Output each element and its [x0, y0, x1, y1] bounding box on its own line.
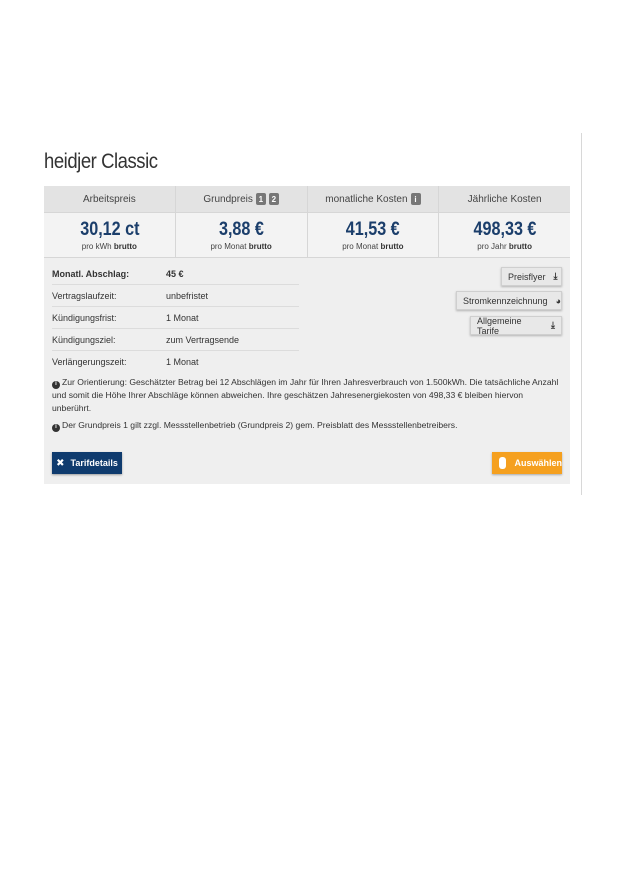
- info-icon: i: [52, 380, 60, 389]
- header-arbeitspreis: Arbeitspreis: [44, 186, 176, 212]
- pie-chart-icon: ◕: [555, 295, 561, 306]
- detail-row-laufzeit: Vertragslaufzeit: unbefristet: [52, 285, 299, 307]
- price-value: 498,33 €: [473, 218, 537, 240]
- details-section: Monatl. Abschlag: 45 € Vertragslaufzeit:…: [44, 258, 570, 368]
- price-unit: pro kWh: [81, 241, 112, 251]
- price-suffix: brutto: [508, 241, 532, 251]
- price-suffix: brutto: [380, 241, 404, 251]
- detail-row-verlaengerung: Verlängerungszeit: 1 Monat: [52, 351, 299, 372]
- price-cell-monatliche-kosten: 41,53 € pro Monat brutto: [308, 213, 440, 257]
- base-price-note-text: Der Grundpreis 1 gilt zzgl. Messstellenb…: [62, 420, 458, 430]
- price-suffix: brutto: [248, 241, 272, 251]
- auswaehlen-button[interactable]: Auswählen: [492, 452, 562, 474]
- detail-label: Kündigungsziel:: [52, 334, 116, 345]
- header-label: Jährliche Kosten: [467, 193, 542, 205]
- header-grundpreis: Grundpreis 1 2: [176, 186, 308, 212]
- base-price-note: i Der Grundpreis 1 gilt zzgl. Messstellen…: [52, 419, 564, 432]
- price-unit: pro Monat: [342, 241, 379, 251]
- header-label: Grundpreis: [203, 193, 253, 205]
- detail-label: Kündigungsfrist:: [52, 312, 117, 323]
- price-cell-arbeitspreis: 30,12 ct pro kWh brutto: [44, 213, 176, 257]
- price-value: 30,12 ct: [79, 218, 140, 240]
- tarifdetails-button[interactable]: ✖ Tarifdetails: [52, 452, 122, 474]
- price-suffix: brutto: [113, 241, 137, 251]
- info-badge-1[interactable]: 1: [255, 193, 266, 205]
- download-icon: ⤓: [551, 320, 555, 330]
- button-label: Allgemeine Tarife: [477, 315, 522, 336]
- orientation-note-text: Zur Orientierung: Geschätzter Betrag bei…: [52, 377, 559, 413]
- header-jaehrliche-kosten: Jährliche Kosten: [439, 186, 570, 212]
- divider-line: [581, 133, 582, 495]
- allgemeine-tarife-button[interactable]: Allgemeine Tarife ⤓: [470, 315, 562, 336]
- button-label: Preisflyer: [508, 271, 546, 282]
- price-unit: pro Jahr: [477, 241, 507, 251]
- price-header-row: Arbeitspreis Grundpreis 1 2 monatliche K…: [44, 186, 570, 213]
- detail-row-kuendigungsfrist: Kündigungsfrist: 1 Monat: [52, 307, 299, 329]
- price-cell-jaehrliche-kosten: 498,33 € pro Jahr brutto: [439, 213, 570, 257]
- detail-row-abschlag: Monatl. Abschlag: 45 €: [52, 263, 299, 285]
- download-icon: ⤓: [553, 271, 558, 281]
- detail-label: Vertragslaufzeit:: [52, 290, 117, 301]
- price-unit: pro Monat: [210, 241, 247, 251]
- price-value: 41,53 €: [345, 218, 400, 240]
- price-value: 3,88 €: [218, 218, 264, 240]
- detail-value: zum Vertragsende: [166, 334, 240, 345]
- price-values-row: 30,12 ct pro kWh brutto 3,88 € pro Monat…: [44, 213, 570, 258]
- detail-row-kuendigungsziel: Kündigungsziel: zum Vertragsende: [52, 329, 299, 351]
- checkbox-icon[interactable]: [499, 457, 507, 469]
- header-label: Arbeitspreis: [82, 193, 136, 205]
- orientation-note: i Zur Orientierung: Geschätzter Betrag be…: [52, 376, 564, 415]
- info-icon[interactable]: i: [410, 193, 421, 205]
- tariff-title: heidjer Classic: [44, 150, 158, 173]
- stromkennzeichnung-button[interactable]: Stromkennzeichnung ◕: [456, 291, 562, 310]
- preisflyer-button[interactable]: Preisflyer ⤓: [501, 267, 562, 286]
- info-badge-2[interactable]: 2: [268, 193, 279, 205]
- header-label: monatliche Kosten: [325, 193, 408, 205]
- button-label: Stromkennzeichnung: [463, 295, 548, 306]
- price-cell-grundpreis: 3,88 € pro Monat brutto: [176, 213, 308, 257]
- detail-value: 45 €: [166, 268, 184, 279]
- close-icon: ✖: [56, 457, 65, 469]
- detail-value: 1 Monat: [166, 356, 199, 367]
- tariff-card: Arbeitspreis Grundpreis 1 2 monatliche K…: [44, 186, 570, 484]
- info-icon: i: [52, 423, 60, 432]
- button-label: Auswählen: [514, 458, 562, 468]
- detail-value: 1 Monat: [166, 312, 199, 323]
- header-monatliche-kosten: monatliche Kosten i: [308, 186, 440, 212]
- button-label: Tarifdetails: [70, 458, 118, 468]
- detail-value: unbefristet: [166, 290, 209, 301]
- detail-label: Monatl. Abschlag:: [52, 268, 130, 279]
- detail-label: Verlängerungszeit:: [52, 356, 127, 367]
